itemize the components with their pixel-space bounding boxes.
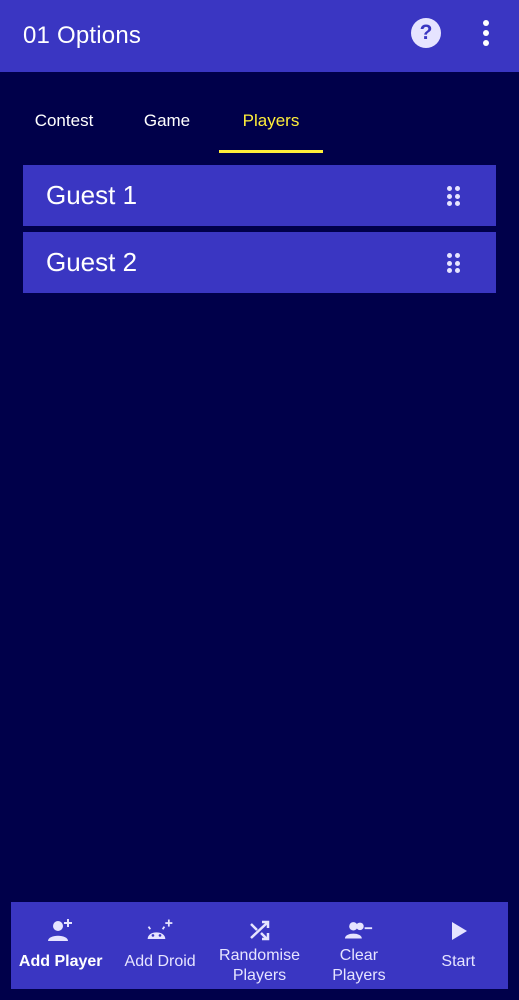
bottom-action-bar: Add Player Add Droid Randomise Players C… [11, 902, 508, 989]
tab-bar: Contest Game Players [0, 100, 519, 154]
help-icon[interactable]: ? [411, 18, 441, 48]
app-bar: 01 Options ? [0, 0, 519, 72]
player-list: Guest 1 Guest 2 [23, 165, 496, 299]
clear-players-button[interactable]: Clear Players [309, 902, 408, 989]
more-vert-icon[interactable] [474, 18, 498, 48]
group-remove-icon [344, 916, 374, 946]
drag-handle-icon[interactable] [447, 253, 460, 273]
tab-contest[interactable]: Contest [14, 100, 114, 154]
player-name: Guest 2 [46, 247, 138, 277]
tab-game[interactable]: Game [118, 100, 216, 154]
android-add-icon [145, 916, 175, 946]
start-button[interactable]: Start [409, 902, 508, 989]
randomise-players-button[interactable]: Randomise Players [210, 902, 309, 989]
shuffle-icon [245, 916, 275, 946]
list-item[interactable]: Guest 1 [23, 165, 496, 226]
add-droid-button[interactable]: Add Droid [110, 902, 209, 989]
player-name: Guest 1 [46, 180, 138, 210]
play-icon [443, 916, 473, 946]
drag-handle-icon[interactable] [447, 186, 460, 206]
add-player-button[interactable]: Add Player [11, 902, 110, 989]
page-title: 01 Options [23, 22, 142, 49]
person-add-icon [46, 916, 76, 946]
tab-players[interactable]: Players [219, 100, 323, 154]
tab-indicator [219, 150, 323, 153]
list-item[interactable]: Guest 2 [23, 232, 496, 293]
